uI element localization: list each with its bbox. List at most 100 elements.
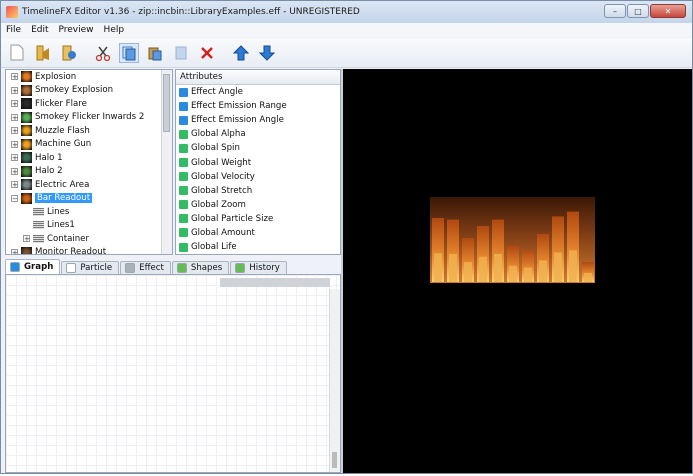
expand-toggle-icon[interactable]: + [11, 73, 18, 81]
attribute-label: Effect Emission Angle [191, 115, 284, 126]
expand-toggle-icon[interactable]: + [11, 140, 18, 148]
tree-item[interactable]: + Halo 1 [6, 151, 172, 165]
tab-particle[interactable]: Particle [61, 261, 120, 274]
attribute-label: Global Velocity [191, 171, 255, 182]
maximize-button[interactable]: □ [627, 4, 649, 18]
menu-help[interactable]: Help [99, 25, 130, 35]
attribute-graph-icon [179, 129, 188, 139]
tree-item[interactable]: Lines [6, 205, 172, 219]
attribute-item[interactable]: Global Weight [176, 155, 340, 169]
app-window: TimelineFX Editor v1.36 - zip::incbin::L… [0, 0, 693, 474]
tab-icon [10, 262, 20, 272]
tree-item-label: Lines [47, 206, 70, 217]
move-up-button[interactable] [231, 43, 251, 63]
tree-item[interactable]: + Explosion [6, 70, 172, 84]
expand-toggle-icon[interactable]: + [23, 235, 30, 243]
move-down-button[interactable] [257, 43, 277, 63]
paste-button[interactable] [145, 43, 165, 63]
attribute-graph-icon [179, 242, 188, 252]
attribute-item[interactable]: Global Life [176, 240, 340, 254]
readout-bar-highlight [479, 256, 487, 282]
app-icon [6, 6, 18, 18]
menu-file[interactable]: File [1, 25, 26, 35]
tab-label: Shapes [190, 263, 223, 273]
effect-preview[interactable] [343, 69, 692, 473]
attribute-item[interactable]: Global Alpha [176, 127, 340, 141]
tree-item[interactable]: + Smokey Flicker Inwards 2 [6, 111, 172, 125]
blank-button[interactable] [171, 43, 191, 63]
graph-scrollbar-vertical[interactable] [329, 289, 340, 472]
attribute-label: Global Stretch [191, 185, 253, 196]
save-button[interactable] [59, 43, 79, 63]
tree-item-label: Machine Gun [35, 139, 92, 150]
expand-toggle-icon[interactable]: + [11, 113, 18, 121]
graph-scrollbar-horizontal[interactable] [220, 278, 330, 287]
bar-readout-preview [430, 197, 595, 283]
tree-item[interactable]: − Bar Readout [6, 192, 172, 206]
tree-item[interactable]: + Container [6, 232, 172, 246]
tab-icon [125, 263, 136, 273]
attribute-item[interactable]: Global Spin [176, 141, 340, 155]
attribute-label: Global Life [191, 242, 237, 253]
new-file-button[interactable] [7, 43, 27, 63]
open-folder-button[interactable] [33, 43, 53, 63]
attribute-label: Effect Angle [191, 87, 243, 98]
attribute-item[interactable]: Global Zoom [176, 198, 340, 212]
expand-toggle-icon[interactable]: + [11, 248, 18, 254]
tab-effect[interactable]: Effect [120, 261, 171, 274]
menu-edit[interactable]: Edit [26, 25, 53, 35]
attribute-item[interactable]: Effect Emission Angle [176, 113, 340, 127]
cut-button[interactable] [93, 43, 113, 63]
tab-history[interactable]: History [230, 261, 287, 274]
attribute-item[interactable]: Effect Angle [176, 85, 340, 99]
attribute-item[interactable]: Global Particle Size [176, 212, 340, 226]
expand-toggle-icon[interactable]: + [11, 100, 18, 108]
tree-item[interactable]: + Machine Gun [6, 138, 172, 152]
tree-item[interactable]: Lines1 [6, 219, 172, 233]
tree-item[interactable]: + Flicker Flare [6, 97, 172, 111]
expand-toggle-icon[interactable]: + [11, 154, 18, 162]
tree-scroll-thumb[interactable] [163, 74, 170, 132]
toolbar [1, 38, 692, 68]
tab-shapes[interactable]: Shapes [171, 261, 230, 274]
readout-bar-highlight [569, 250, 577, 282]
minimize-button[interactable]: – [604, 4, 626, 18]
tree-item[interactable]: + Muzzle Flash [6, 124, 172, 138]
expand-toggle-icon[interactable]: + [11, 127, 18, 135]
tree-item[interactable]: + Halo 2 [6, 165, 172, 179]
copy-button[interactable] [119, 42, 139, 63]
effects-tree[interactable]: + Explosion + Smokey Explosion + Flicker Flar… [5, 69, 173, 255]
attribute-label: Global Weight [191, 157, 252, 168]
close-button[interactable]: ✕ [650, 4, 686, 18]
readout-bar-highlight [464, 262, 472, 282]
tree-item[interactable]: + Electric Area [6, 178, 172, 192]
attribute-item[interactable]: Global Stretch [176, 184, 340, 198]
expand-toggle-icon[interactable]: + [11, 167, 18, 175]
tab-graph[interactable]: Graph [5, 259, 61, 274]
tab-label: Particle [80, 263, 113, 273]
attribute-item[interactable]: Effect Emission Range [176, 99, 340, 113]
attribute-label: Global Particle Size [191, 213, 274, 224]
tree-item[interactable]: + Monitor Readout [6, 246, 172, 254]
graph-scroll-thumb[interactable] [332, 452, 337, 468]
effect-thumbnail-icon [21, 111, 32, 123]
attribute-label: Effect Emission Range [191, 101, 287, 112]
effect-thumbnail-icon [21, 165, 32, 177]
attribute-label: Global Amount [191, 227, 255, 238]
graph-canvas[interactable] [5, 274, 341, 473]
effect-thumbnail-icon [21, 179, 32, 191]
readout-bar-highlight [524, 267, 532, 282]
tree-item[interactable]: + Smokey Explosion [6, 84, 172, 98]
expand-toggle-icon[interactable]: − [11, 194, 18, 202]
attribute-graph-icon [179, 87, 188, 97]
attribute-item[interactable]: Global Amount [176, 226, 340, 240]
expand-toggle-icon[interactable]: + [11, 86, 18, 94]
tab-label: Graph [24, 262, 54, 272]
attribute-item[interactable]: Global Velocity [176, 170, 340, 184]
delete-button[interactable] [197, 43, 217, 63]
expand-toggle-icon[interactable]: + [11, 181, 18, 189]
menu-preview[interactable]: Preview [54, 25, 99, 35]
graph-tabs: Graph Particle Effect Shapes History [5, 259, 341, 274]
tree-scrollbar[interactable] [161, 70, 172, 254]
title-bar[interactable]: TimelineFX Editor v1.36 - zip::incbin::L… [1, 1, 692, 23]
